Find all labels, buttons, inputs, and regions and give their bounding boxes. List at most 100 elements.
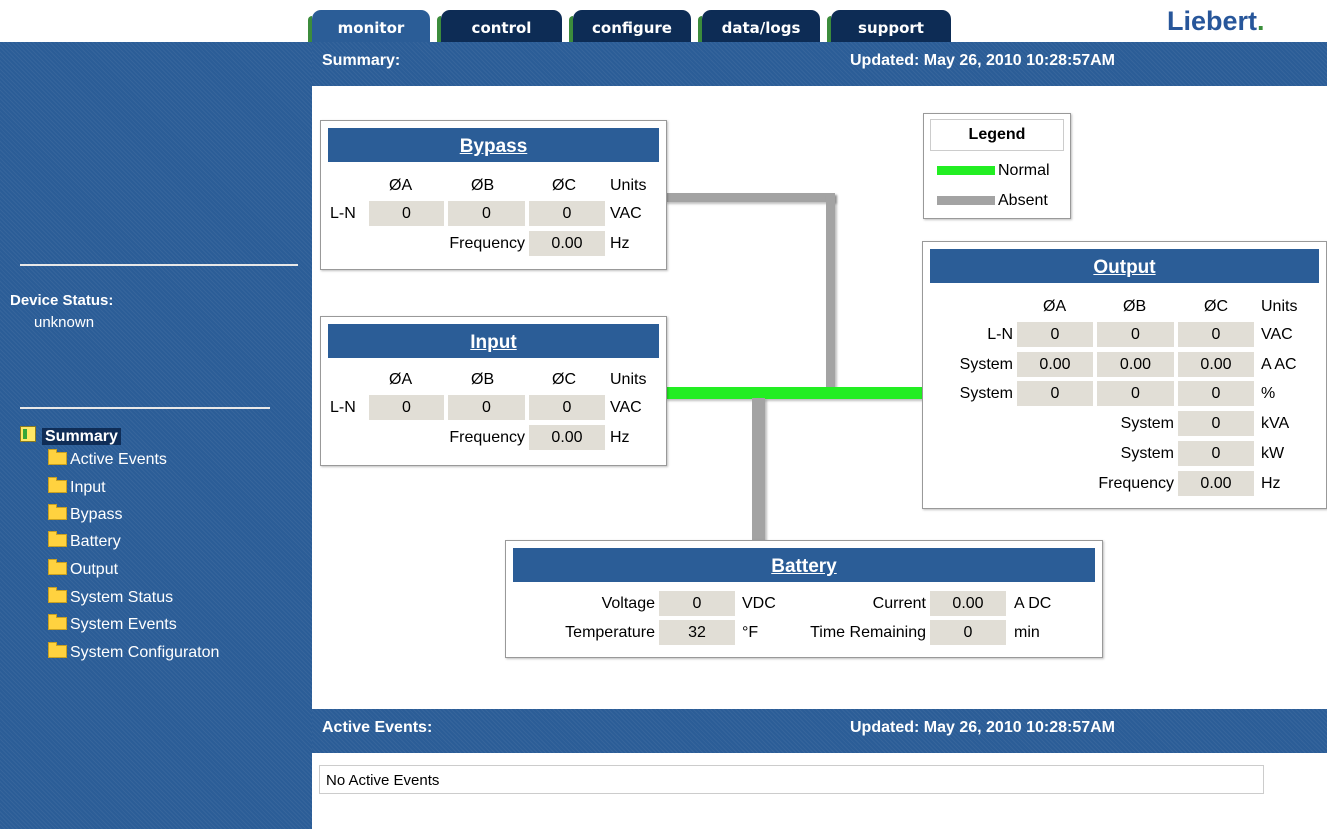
- bypass-title[interactable]: Bypass: [328, 128, 659, 162]
- ln-unit: VAC: [610, 205, 642, 222]
- output-row-unit: %: [1261, 385, 1276, 402]
- output-load-b: 0: [1097, 381, 1174, 406]
- output-ln-c: 0: [1178, 322, 1254, 347]
- folder-icon: [48, 504, 67, 520]
- phase-b-header: ØB: [471, 371, 495, 388]
- units-header: Units: [610, 371, 647, 388]
- legend-title-box: Legend: [930, 119, 1064, 151]
- bypass-line-horizontal: [665, 193, 835, 202]
- active-events-updated: Updated: May 26, 2010 10:28:57AM: [850, 719, 1115, 736]
- tree-item-label: System Events: [70, 616, 177, 633]
- active-events-message: No Active Events: [326, 772, 440, 789]
- tree-item-label: Active Events: [70, 451, 167, 468]
- tree-item-system-configuration[interactable]: System Configuraton: [48, 642, 219, 662]
- bypass-panel: Bypass ØA ØB ØC Units L-N 0 0 0 VAC Freq…: [320, 120, 667, 270]
- sidebar-divider: [20, 407, 270, 409]
- phase-a-header: ØA: [1043, 298, 1067, 315]
- logo-dot: .: [1257, 6, 1265, 36]
- output-row-unit: A AC: [1261, 356, 1297, 373]
- output-ln-b: 0: [1097, 322, 1174, 347]
- battery-line-vertical: [752, 398, 765, 543]
- output-title[interactable]: Output: [930, 249, 1319, 283]
- phase-a-header: ØA: [389, 371, 413, 388]
- output-row-label: System: [959, 356, 1013, 373]
- output-row-label: L-N: [987, 326, 1013, 343]
- tree-item-summary[interactable]: Summary: [20, 425, 121, 446]
- input-ln-a: 0: [369, 395, 444, 420]
- tab-label: control: [471, 19, 532, 37]
- tab-rim: [437, 16, 441, 42]
- time-remaining-label: Time Remaining: [810, 624, 926, 641]
- summary-header-bar: Summary: Updated: May 26, 2010 10:28:57A…: [312, 42, 1327, 86]
- output-load-a: 0: [1017, 381, 1093, 406]
- battery-panel: Battery Voltage 0 VDC Current 0.00 A DC …: [505, 540, 1103, 658]
- ln-label: L-N: [330, 205, 356, 222]
- tree-item-label: Output: [70, 561, 119, 578]
- battery-temperature: 32: [659, 620, 735, 645]
- output-row-label: System: [959, 385, 1013, 402]
- legend-normal-swatch: [937, 166, 995, 175]
- units-header: Units: [1261, 298, 1298, 315]
- output-ln-a: 0: [1017, 322, 1093, 347]
- tab-support[interactable]: support: [827, 10, 951, 42]
- tab-data-logs[interactable]: data/logs: [698, 10, 820, 42]
- tree-item-input[interactable]: Input: [48, 477, 106, 497]
- folder-icon: [48, 559, 67, 575]
- input-title[interactable]: Input: [328, 324, 659, 358]
- ln-label: L-N: [330, 399, 356, 416]
- phase-c-header: ØC: [552, 177, 576, 194]
- units-header: Units: [610, 177, 647, 194]
- battery-title[interactable]: Battery: [513, 548, 1095, 582]
- bypass-ln-c: 0: [529, 201, 605, 226]
- tree-item-bypass[interactable]: Bypass: [48, 504, 122, 524]
- output-frequency: 0.00: [1178, 471, 1254, 496]
- time-remaining-unit: min: [1014, 624, 1040, 641]
- output-single-unit: kW: [1261, 445, 1285, 462]
- output-panel: Output ØA ØB ØC Units L-N 0 0 0 VAC Syst…: [922, 241, 1327, 509]
- tree-item-system-status[interactable]: System Status: [48, 587, 173, 607]
- tree-item-battery[interactable]: Battery: [48, 531, 121, 551]
- bypass-ln-a: 0: [369, 201, 444, 226]
- sidebar-divider: [20, 264, 298, 266]
- tab-rim: [308, 16, 312, 42]
- tab-configure[interactable]: configure: [569, 10, 691, 42]
- tab-rim: [569, 16, 573, 42]
- output-current-b: 0.00: [1097, 352, 1174, 377]
- summary-icon: [20, 426, 36, 442]
- output-load-c: 0: [1178, 381, 1254, 406]
- tab-rim: [698, 16, 702, 42]
- phase-a-header: ØA: [389, 177, 413, 194]
- input-frequency: 0.00: [529, 425, 605, 450]
- phase-c-header: ØC: [1204, 298, 1228, 315]
- output-row-unit: VAC: [1261, 326, 1293, 343]
- folder-icon: [48, 587, 67, 603]
- tab-label: support: [858, 19, 924, 37]
- liebert-logo: Liebert.: [1167, 6, 1265, 37]
- tree-item-label: Summary: [42, 428, 121, 445]
- folder-icon: [48, 477, 67, 493]
- sidebar: Device Status: unknown Summary Active Ev…: [0, 42, 312, 829]
- legend-absent-label: Absent: [998, 192, 1048, 209]
- tab-control[interactable]: control: [437, 10, 562, 42]
- output-single-label: System: [1120, 415, 1174, 432]
- folder-icon: [48, 614, 67, 630]
- legend-normal-label: Normal: [998, 162, 1050, 179]
- active-events-list: No Active Events: [319, 765, 1264, 794]
- output-single-unit: kVA: [1261, 415, 1290, 432]
- bypass-frequency: 0.00: [529, 231, 605, 256]
- tree-item-active-events[interactable]: Active Events: [48, 449, 167, 469]
- tab-label: monitor: [337, 19, 405, 37]
- summary-title: Summary:: [322, 52, 401, 69]
- tree-item-system-events[interactable]: System Events: [48, 614, 177, 634]
- tab-monitor[interactable]: monitor: [308, 10, 430, 42]
- legend-panel: Legend Normal Absent: [923, 113, 1071, 219]
- frequency-label: Frequency: [449, 235, 525, 252]
- tree-item-output[interactable]: Output: [48, 559, 119, 579]
- current-unit: A DC: [1014, 595, 1052, 612]
- active-events-header-bar: Active Events: Updated: May 26, 2010 10:…: [312, 709, 1327, 753]
- device-status-value: unknown: [34, 314, 95, 331]
- input-panel: Input ØA ØB ØC Units L-N 0 0 0 VAC Frequ…: [320, 316, 667, 466]
- output-kw: 0: [1178, 441, 1254, 466]
- tree-item-label: Battery: [70, 533, 121, 550]
- phase-b-header: ØB: [1123, 298, 1147, 315]
